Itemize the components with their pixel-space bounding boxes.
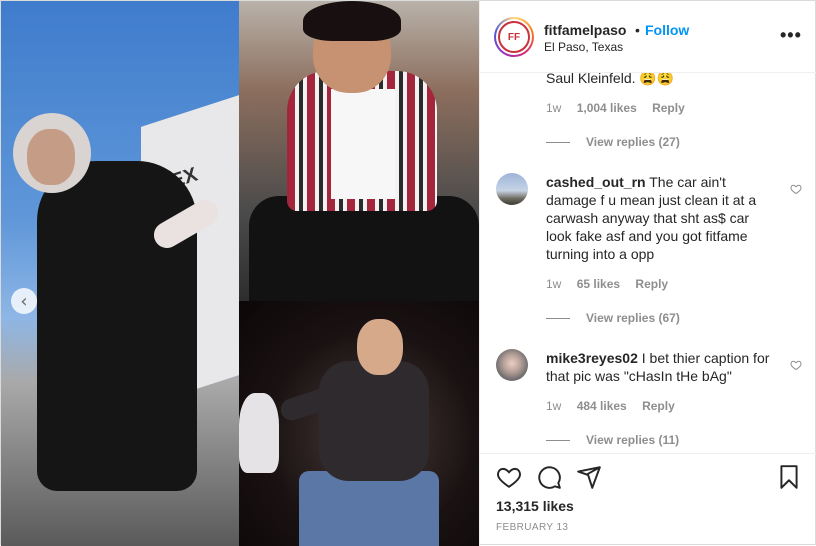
comment-username[interactable]: cashed_out_rn <box>546 174 646 190</box>
post-date[interactable]: FEBRUARY 13 <box>496 522 568 533</box>
reply-button[interactable]: Reply <box>652 101 685 115</box>
comment-username[interactable]: mike3reyes02 <box>546 350 638 366</box>
like-count[interactable]: 13,315 likes <box>496 498 574 514</box>
person-face <box>357 319 403 375</box>
location-link[interactable]: El Paso, Texas <box>544 40 623 54</box>
divider-line <box>546 440 570 442</box>
comment-meta: 1w 65 likes Reply <box>546 277 680 291</box>
separator-dot: • <box>635 22 640 38</box>
comment-likes[interactable]: 1,004 likes <box>577 101 637 115</box>
comments-list: Saul Kleinfeld. 😩😩 1w 1,004 likes Reply … <box>480 73 816 453</box>
comment-text: mike3reyes02 I bet thier caption for tha… <box>546 349 778 385</box>
heart-icon[interactable] <box>790 359 802 371</box>
heart-icon[interactable] <box>790 183 802 195</box>
photo-top-right <box>239 1 479 301</box>
share-icon[interactable] <box>576 464 602 490</box>
avatar-logo: FF <box>498 21 530 53</box>
view-replies-button[interactable]: View replies (27) <box>546 135 680 149</box>
person-jeans <box>299 471 439 546</box>
comment-text: cashed_out_rn The car ain't damage f u m… <box>546 173 778 263</box>
post-media-carousel[interactable]: TEX ‹ <box>1 1 479 546</box>
reply-button[interactable]: Reply <box>635 277 668 291</box>
bookmark-icon[interactable] <box>776 464 802 490</box>
chevron-left-icon[interactable]: ‹ <box>11 288 37 314</box>
person-pants <box>249 196 479 301</box>
reply-button[interactable]: Reply <box>642 399 675 413</box>
photo-bottom-right <box>239 301 479 546</box>
person-figure <box>37 161 197 491</box>
post-header: FF fitfamelpaso • Follow El Paso, Texas … <box>480 1 816 73</box>
comment-text: Saul Kleinfeld. 😩😩 <box>546 73 675 86</box>
comment-icon[interactable] <box>536 464 562 490</box>
person-hair <box>303 1 401 41</box>
photo-left: TEX <box>1 1 239 546</box>
person-face <box>27 129 75 185</box>
profile-avatar[interactable]: FF <box>494 17 534 57</box>
divider-line <box>546 142 570 144</box>
post-container: TEX ‹ FF <box>0 0 816 546</box>
username-link[interactable]: fitfamelpaso <box>544 22 626 38</box>
more-icon[interactable]: ••• <box>780 25 802 46</box>
comment-meta: 1w 484 likes Reply <box>546 399 687 413</box>
follow-button[interactable]: Follow <box>645 22 689 38</box>
comment-time[interactable]: 1w <box>546 101 561 115</box>
avatar[interactable] <box>496 349 528 381</box>
person-figure <box>319 361 429 481</box>
comment-likes[interactable]: 484 likes <box>577 399 627 413</box>
post-actions: 13,315 likes FEBRUARY 13 <box>480 453 816 546</box>
divider-line <box>546 318 570 320</box>
comment-time[interactable]: 1w <box>546 399 561 413</box>
view-replies-button[interactable]: View replies (11) <box>546 433 679 447</box>
comment-likes[interactable]: 65 likes <box>577 277 620 291</box>
comment-time[interactable]: 1w <box>546 277 561 291</box>
white-tee <box>331 89 395 199</box>
heart-icon[interactable] <box>496 464 522 490</box>
avatar[interactable] <box>496 173 528 205</box>
post-sidebar: FF fitfamelpaso • Follow El Paso, Texas … <box>479 1 816 546</box>
comment-meta: 1w 1,004 likes Reply <box>546 101 697 115</box>
person-hood <box>239 393 279 473</box>
view-replies-button[interactable]: View replies (67) <box>546 311 680 325</box>
